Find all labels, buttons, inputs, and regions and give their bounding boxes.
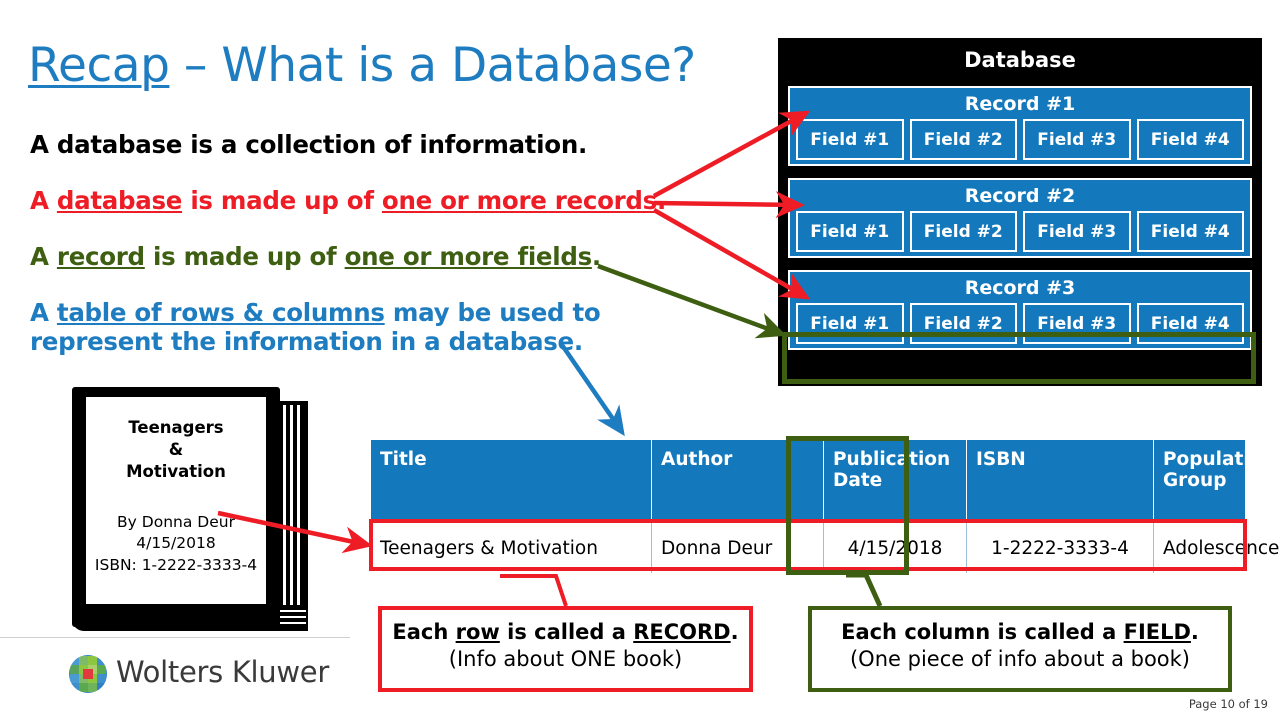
book-title: Teenagers & Motivation — [86, 417, 266, 482]
callout-field-tail — [846, 572, 883, 608]
slide-canvas: Recap – What is a Database? A database i… — [0, 0, 1280, 720]
bullet-record-fields: A record is made up of one or more field… — [30, 242, 601, 272]
callout-record-term-row: row — [455, 620, 500, 644]
bullet-3-post: . — [591, 242, 601, 271]
record-box-1: Record #1 Field #1 Field #2 Field #3 Fie… — [788, 86, 1252, 166]
record-1-field-row: Field #1 Field #2 Field #3 Field #4 — [796, 119, 1244, 160]
callout-record-pre: Each — [392, 620, 456, 644]
bullet-database-definition: A database is a collection of informatio… — [30, 130, 587, 160]
bullet-4-line2: represent the information in a database. — [30, 326, 583, 356]
table-header-population-group: Population Group — [1153, 440, 1276, 523]
record-2-field-1: Field #1 — [796, 211, 904, 252]
footer-divider — [0, 637, 350, 638]
page-title-rest: – What is a Database? — [169, 38, 696, 93]
database-panel-title: Database — [964, 48, 1076, 72]
arrow-record-to-fields — [597, 263, 787, 339]
bullet-3-term-record: record — [56, 242, 145, 271]
book-front-face: Teenagers & Motivation By Donna Deur 4/1… — [86, 397, 266, 604]
book-isbn: ISBN: 1-2222-3333-4 — [94, 555, 258, 574]
bullet-4-mid: may be used to — [384, 298, 601, 327]
bullet-3-pre: A — [30, 242, 57, 271]
table-column-highlight-box — [786, 436, 909, 575]
record-1-field-1: Field #1 — [796, 119, 904, 160]
bullet-3-term-fields: one or more fields — [344, 242, 593, 271]
record-2-field-row: Field #1 Field #2 Field #3 Field #4 — [796, 211, 1244, 252]
bullet-table-representation: A table of rows & columns may be used to… — [30, 298, 601, 357]
callout-field-pre: Each column is called a — [841, 620, 1124, 644]
callout-record: Each row is called a RECORD. (Info about… — [378, 606, 753, 692]
table-header-title: Title — [371, 440, 652, 523]
table-header-isbn: ISBN — [966, 440, 1154, 523]
book-metadata: By Donna Deur 4/15/2018 ISBN: 1-2222-333… — [86, 512, 266, 576]
record-1-field-2: Field #2 — [909, 119, 1017, 160]
book-author: By Donna Deur — [117, 513, 235, 531]
wolters-kluwer-logo-icon — [69, 655, 107, 693]
record-2-field-3: Field #3 — [1023, 211, 1131, 252]
page-number: Page 10 of 19 — [1188, 697, 1268, 711]
callout-record-post: . — [730, 620, 739, 644]
bullet-4-pre: A — [30, 298, 57, 327]
book-illustration: Teenagers & Motivation By Donna Deur 4/1… — [66, 387, 308, 635]
record-3-label: Record #3 — [964, 277, 1076, 299]
callout-field-line-1: Each column is called a FIELD. — [812, 619, 1228, 646]
callout-field-term-field: FIELD — [1123, 620, 1191, 644]
wolters-kluwer-logo-text: Wolters Kluwer — [116, 655, 329, 689]
callout-record-tail — [500, 574, 568, 607]
bullet-database-records: A database is made up of one or more rec… — [30, 186, 666, 216]
record-2-label: Record #2 — [964, 185, 1076, 207]
callout-record-line-2: (Info about ONE book) — [448, 646, 683, 671]
callout-field-line-2: (One piece of info about a book) — [849, 646, 1191, 671]
book-cover: Teenagers & Motivation By Donna Deur 4/1… — [72, 387, 280, 627]
database-diagram: Database Record #1 Field #1 Field #2 Fie… — [778, 38, 1262, 386]
field-row-highlight-box — [782, 332, 1256, 384]
book-title-line-2: & — [168, 439, 184, 459]
book-title-line-1: Teenagers — [128, 418, 224, 437]
page-title: Recap – What is a Database? — [28, 38, 696, 93]
book-date: 4/15/2018 — [136, 534, 216, 553]
page-title-underlined: Recap — [28, 38, 170, 93]
bullet-2-pre: A — [30, 186, 57, 215]
bullet-3-mid: is made up of — [144, 242, 345, 271]
bullet-2-term-records: one or more records — [381, 186, 657, 215]
wolters-kluwer-logo: Wolters Kluwer — [68, 652, 368, 698]
callout-record-mid: is called a — [499, 620, 634, 644]
bullet-1-text: A database is a collection of informatio… — [30, 130, 587, 159]
record-1-field-3: Field #3 — [1023, 119, 1131, 160]
record-2-field-2: Field #2 — [909, 211, 1017, 252]
record-box-2: Record #2 Field #1 Field #2 Field #3 Fie… — [788, 178, 1252, 258]
arrow-table-text-to-table — [560, 343, 625, 437]
callout-record-line-1: Each row is called a RECORD. — [382, 619, 749, 646]
bullet-2-mid: is made up of — [182, 186, 382, 215]
callout-field-post: . — [1190, 620, 1199, 644]
bullet-4-term-table: table of rows & columns — [56, 298, 385, 327]
bullet-2-term-database: database — [56, 186, 183, 215]
record-2-field-4: Field #4 — [1136, 211, 1244, 252]
record-1-label: Record #1 — [964, 93, 1076, 115]
callout-field: Each column is called a FIELD. (One piec… — [808, 606, 1232, 692]
book-title-line-3: Motivation — [126, 461, 226, 481]
record-1-field-4: Field #4 — [1136, 119, 1244, 160]
bullet-2-post: . — [656, 186, 666, 215]
callout-record-term-record: RECORD — [633, 620, 731, 644]
